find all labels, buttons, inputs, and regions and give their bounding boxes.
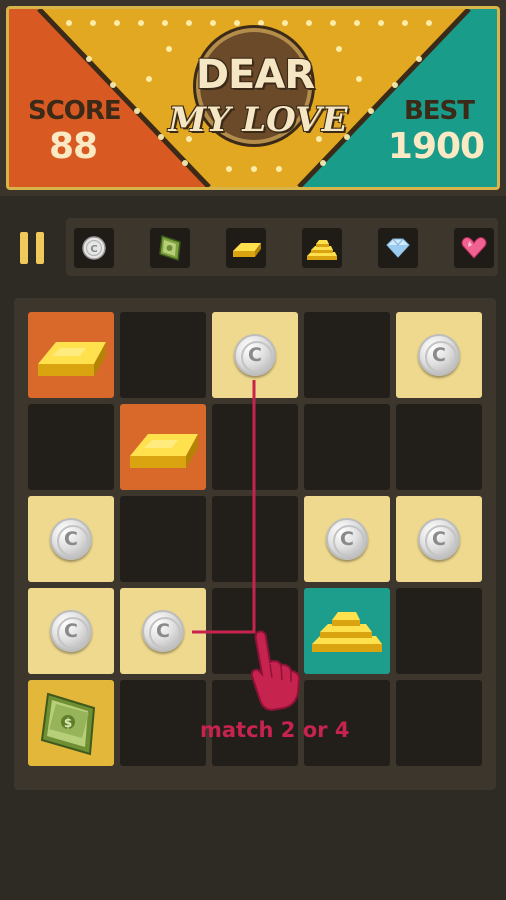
logo-title: DEAR: [195, 52, 315, 98]
gold-bar-icon: [233, 243, 261, 257]
legend-heart-gem: [454, 228, 494, 268]
board-cell[interactable]: C: [304, 496, 390, 582]
svg-text:$: $: [64, 716, 72, 730]
board-cell[interactable]: C: [396, 312, 482, 398]
legend-gold-bar: [226, 228, 266, 268]
pause-button[interactable]: [18, 232, 48, 264]
tile-progression-bar: C: [66, 218, 498, 276]
coin-icon: C: [418, 518, 460, 560]
legend-coin: C: [74, 228, 114, 268]
gold-stack-icon: [307, 240, 337, 260]
legend-diamond: [378, 228, 418, 268]
game-board: C C C C C C C $: [14, 298, 496, 790]
best-label: BEST: [403, 96, 475, 126]
gold-bar-icon: [130, 434, 198, 468]
board-cell-empty[interactable]: [304, 404, 390, 490]
diamond-icon: [386, 238, 410, 258]
gold-bar-icon: [38, 342, 106, 376]
board-cell[interactable]: [304, 588, 390, 674]
gold-stack-icon: [312, 612, 382, 652]
coin-icon: C: [82, 236, 106, 260]
score-value: 88: [48, 126, 98, 167]
heart-gem-icon: [461, 237, 487, 259]
board-cell[interactable]: C: [212, 312, 298, 398]
coin-icon: C: [234, 334, 276, 376]
logo-subtitle: MY LOVE: [168, 100, 348, 140]
board-cell-empty[interactable]: [120, 312, 206, 398]
board-cell[interactable]: [120, 404, 206, 490]
best-value: 1900: [387, 126, 485, 167]
board-cell[interactable]: [28, 312, 114, 398]
board-cell-empty[interactable]: [396, 680, 482, 766]
coin-icon: C: [50, 518, 92, 560]
board-cell-empty[interactable]: [120, 680, 206, 766]
board-cell-empty[interactable]: [304, 312, 390, 398]
legend-money: [150, 228, 190, 268]
coin-icon: C: [142, 610, 184, 652]
money-icon: [159, 234, 181, 262]
tutorial-hint: match 2 or 4: [200, 718, 350, 742]
score-label: SCORE: [28, 96, 122, 126]
money-icon: $: [40, 692, 96, 756]
coin-icon: C: [418, 334, 460, 376]
board-cell-empty[interactable]: [212, 588, 298, 674]
header: DEAR MY LOVE SCORE 88 BEST 1900: [0, 0, 506, 196]
legend-gold-stack: [302, 228, 342, 268]
board-cell-empty[interactable]: [120, 496, 206, 582]
board-cell[interactable]: $: [28, 680, 114, 766]
board-cell-empty[interactable]: [28, 404, 114, 490]
board-cell-empty[interactable]: [212, 496, 298, 582]
coin-icon: C: [326, 518, 368, 560]
board-cell-empty[interactable]: [212, 404, 298, 490]
board-cell[interactable]: C: [28, 496, 114, 582]
svg-text:C: C: [90, 244, 97, 255]
board-cell[interactable]: C: [120, 588, 206, 674]
board-cell[interactable]: C: [28, 588, 114, 674]
coin-icon: C: [50, 610, 92, 652]
board-cell-empty[interactable]: [396, 404, 482, 490]
board-cell-empty[interactable]: [396, 588, 482, 674]
board-cell[interactable]: C: [396, 496, 482, 582]
